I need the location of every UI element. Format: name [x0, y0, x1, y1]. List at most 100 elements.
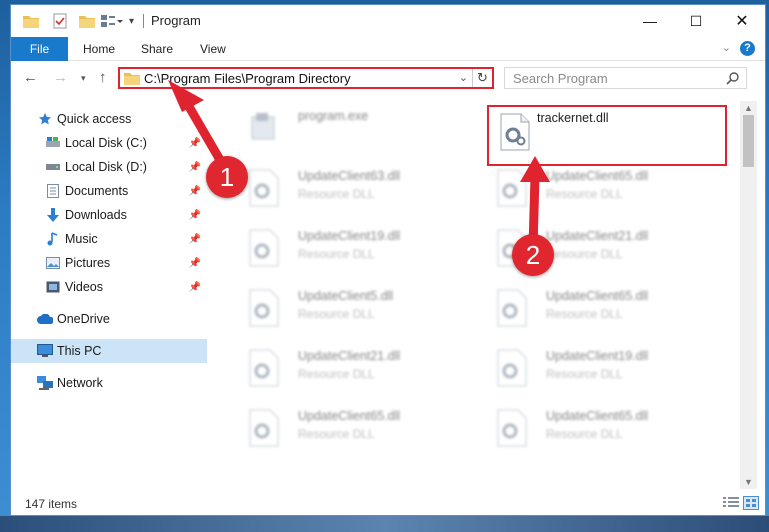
tab-file[interactable]: File	[11, 37, 68, 61]
dll-file-icon	[499, 113, 533, 151]
folder-icon	[124, 71, 140, 88]
computer-icon	[37, 343, 53, 359]
ribbon-tabs: File Home Share View ⌄ ?	[11, 37, 765, 61]
forward-arrow-icon[interactable]: →	[53, 69, 68, 86]
file-item[interactable]: UpdateClient19.dll Resource DLL	[238, 223, 478, 275]
new-folder-icon[interactable]	[79, 13, 95, 29]
sidebar-item-onedrive[interactable]: OneDrive	[11, 307, 207, 331]
chevron-down-icon[interactable]: ▾	[81, 73, 86, 84]
network-icon	[37, 375, 53, 391]
sidebar-item-documents[interactable]: Documents 📌	[11, 179, 207, 203]
chevron-up-icon[interactable]: ▲	[744, 103, 753, 113]
large-icons-view-icon[interactable]	[743, 496, 759, 513]
file-type: Resource DLL	[546, 307, 623, 321]
vertical-scrollbar[interactable]: ▲ ▼	[740, 101, 757, 489]
file-name: UpdateClient65.dll	[298, 409, 401, 423]
address-bar[interactable]: C:\Program Files\Program Directory ⌄ ↻	[118, 67, 494, 89]
sidebar-item-downloads[interactable]: Downloads 📌	[11, 203, 207, 227]
music-icon	[45, 231, 61, 247]
minimize-button[interactable]: —	[627, 5, 673, 37]
title-bar: ▾ Program — ☐ ✕	[11, 5, 765, 37]
file-name: UpdateClient19.dll	[546, 349, 649, 363]
file-type: Resource DLL	[298, 187, 375, 201]
file-item[interactable]: UpdateClient65.dll Resource DLL	[486, 283, 726, 335]
sidebar-item-label: This PC	[57, 344, 102, 358]
dll-file-icon	[496, 169, 530, 207]
search-placeholder[interactable]: Search Program	[513, 71, 608, 86]
chevron-down-icon[interactable]: ⌄	[722, 41, 731, 54]
sidebar-item-local-disk-d[interactable]: Local Disk (D:) 📌	[11, 155, 207, 179]
sidebar-item-label: Quick access	[57, 112, 132, 126]
sidebar-item-this-pc[interactable]: This PC	[11, 339, 207, 363]
file-item[interactable]: UpdateClient65.dll Resource DLL	[486, 403, 726, 455]
file-item[interactable]: UpdateClient19.dll Resource DLL	[486, 343, 726, 395]
pin-icon[interactable]: 📌	[189, 282, 201, 293]
sidebar-item-quick-access[interactable]: Quick access	[11, 107, 207, 131]
chevron-down-icon[interactable]: ▼	[744, 477, 753, 487]
sidebar-item-label: Pictures	[65, 256, 111, 270]
search-input[interactable]: Search Program	[504, 67, 747, 89]
file-name: trackernet.dll	[537, 111, 609, 125]
sidebar-item-network[interactable]: Network	[11, 371, 207, 395]
pin-icon[interactable]: 📌	[189, 258, 201, 269]
close-button[interactable]: ✕	[719, 5, 765, 37]
file-item-selected[interactable]: trackernet.dll	[487, 105, 727, 166]
file-item[interactable]: UpdateClient65.dll Resource DLL	[486, 163, 726, 215]
folder-icon[interactable]	[23, 13, 39, 29]
videos-icon	[45, 279, 61, 295]
file-type: Resource DLL	[298, 427, 375, 441]
sidebar-item-local-disk-c[interactable]: Local Disk (C:) 📌	[11, 131, 207, 155]
file-type: Resource DLL	[298, 247, 375, 261]
navigation-pane: Quick access Local Disk (C:) 📌 Local Dis…	[11, 101, 207, 489]
file-item[interactable]: UpdateClient21.dll Resource DLL	[238, 343, 478, 395]
sidebar-item-label: Documents	[65, 184, 129, 198]
back-arrow-icon[interactable]: ←	[23, 69, 38, 86]
file-name: UpdateClient65.dll	[546, 409, 649, 423]
file-name: UpdateClient5.dll	[298, 289, 394, 303]
up-arrow-icon[interactable]: ↑	[99, 69, 107, 86]
dll-file-icon	[496, 289, 530, 327]
tab-view[interactable]: View	[200, 37, 226, 61]
search-icon[interactable]	[726, 71, 740, 88]
file-item[interactable]: UpdateClient65.dll Resource DLL	[238, 403, 478, 455]
dll-file-icon	[248, 289, 282, 327]
file-item[interactable]: UpdateClient5.dll Resource DLL	[238, 283, 478, 335]
details-view-icon[interactable]	[723, 496, 739, 513]
sidebar-item-label: Network	[57, 376, 103, 390]
step-badge-1: 1	[206, 156, 248, 198]
pin-icon[interactable]: 📌	[189, 138, 201, 149]
sidebar-item-label: OneDrive	[57, 312, 110, 326]
file-item[interactable]: program.exe	[238, 103, 478, 155]
customize-toolbar-icon[interactable]	[101, 13, 123, 29]
file-item[interactable]: UpdateClient63.dll Resource DLL	[238, 163, 478, 215]
sidebar-item-label: Downloads	[65, 208, 127, 222]
properties-icon[interactable]	[53, 13, 67, 29]
scrollbar-thumb[interactable]	[743, 115, 754, 167]
pin-icon[interactable]: 📌	[189, 162, 201, 173]
file-type: Resource DLL	[298, 367, 375, 381]
file-name: UpdateClient19.dll	[298, 229, 401, 243]
desktop-background	[0, 516, 769, 532]
pin-icon[interactable]: 📌	[189, 186, 201, 197]
tab-share[interactable]: Share	[141, 37, 173, 61]
sidebar-item-label: Local Disk (C:)	[65, 136, 147, 150]
sidebar-item-music[interactable]: Music 📌	[11, 227, 207, 251]
help-icon[interactable]: ?	[740, 41, 755, 56]
pin-icon[interactable]: 📌	[189, 234, 201, 245]
pin-icon[interactable]: 📌	[189, 210, 201, 221]
maximize-button[interactable]: ☐	[673, 5, 719, 37]
dll-file-icon	[496, 349, 530, 387]
sidebar-item-label: Videos	[65, 280, 103, 294]
documents-icon	[45, 183, 61, 199]
chevron-down-icon[interactable]: ▾	[129, 13, 134, 29]
file-type: Resource DLL	[546, 187, 623, 201]
chevron-down-icon[interactable]: ⌄	[459, 71, 468, 84]
refresh-icon[interactable]: ↻	[472, 69, 492, 87]
sidebar-item-videos[interactable]: Videos 📌	[11, 275, 207, 299]
address-path[interactable]: C:\Program Files\Program Directory	[144, 71, 351, 86]
tab-home[interactable]: Home	[83, 37, 115, 61]
download-icon	[45, 207, 61, 223]
sidebar-item-pictures[interactable]: Pictures 📌	[11, 251, 207, 275]
file-type: Resource DLL	[298, 307, 375, 321]
status-bar: 147 items	[11, 491, 765, 515]
